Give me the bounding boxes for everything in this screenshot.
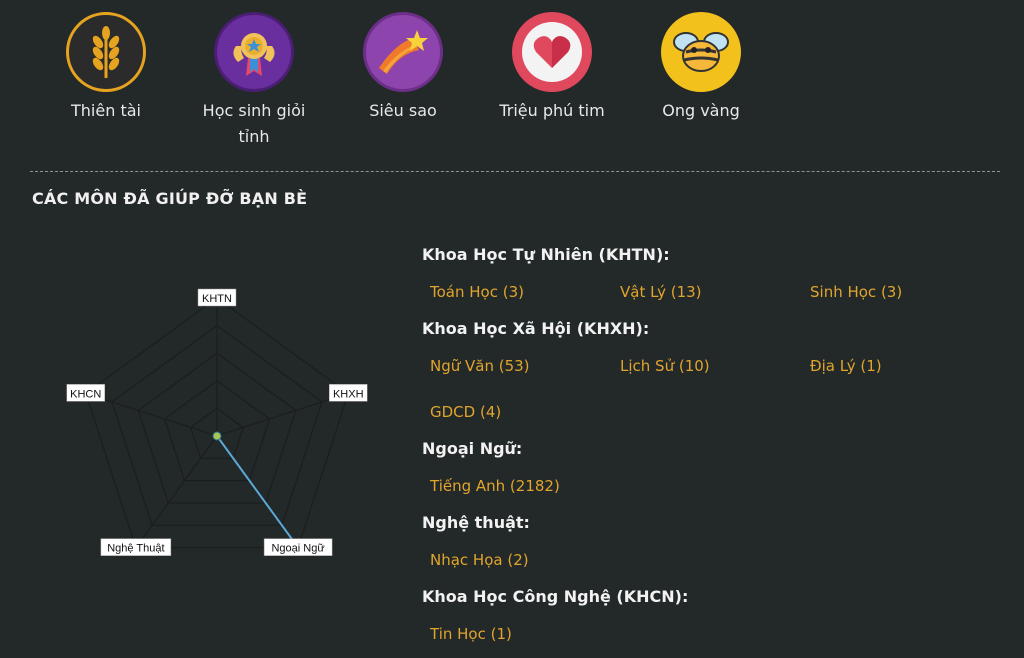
shooting-star-icon (363, 12, 443, 92)
subject-link[interactable]: Ngữ Văn (53) (430, 343, 620, 389)
radar-series-line (216, 435, 299, 549)
radar-axis-label: KHTN (197, 288, 237, 307)
badge-label: Thiên tài (71, 101, 141, 120)
category-title: Ngoại Ngữ: (422, 439, 523, 458)
badge-ong-vang[interactable]: Ong vàng (636, 12, 766, 124)
category-title: Khoa Học Tự Nhiên (KHTN): (422, 245, 670, 264)
radar-axis-label: Ngoại Ngữ (263, 538, 333, 556)
subject-link[interactable]: Lịch Sử (10) (620, 343, 810, 389)
section-title: CÁC MÔN ĐÃ GIÚP ĐỠ BẠN BÈ (32, 189, 308, 208)
category-ngoai-ngu: Ngoại Ngữ: Tiếng Anh (2182) (422, 435, 1012, 509)
radar-axis-label: KHCN (66, 384, 106, 402)
subject-link[interactable]: Tin Học (1) (430, 611, 620, 656)
radar-spoke (216, 392, 349, 437)
subject-list: Nhạc Họa (2) (422, 537, 1012, 583)
radar-chart: KHTN KHXH Ngoại Ngữ Nghệ Thuật KHCN (66, 288, 368, 556)
badge-sieu-sao[interactable]: Siêu sao (338, 12, 468, 124)
subject-categories: Khoa Học Tự Nhiên (KHTN): Toán Học (3) V… (422, 241, 1012, 656)
radar-point (212, 431, 222, 441)
radar-spoke (85, 392, 218, 437)
badge-label: Triệu phú tim (499, 101, 605, 120)
category-khcn: Khoa Học Công Nghệ (KHCN): Tin Học (1) (422, 583, 1012, 656)
subject-link[interactable]: Tiếng Anh (2182) (430, 463, 620, 509)
subject-link[interactable]: GDCD (4) (430, 389, 620, 435)
heart-icon (512, 12, 592, 92)
category-nghe-thuat: Nghệ thuật: Nhạc Họa (2) (422, 509, 1012, 583)
wheat-icon (66, 12, 146, 92)
radar-axis-label-text: KHXH (333, 388, 364, 400)
radar-axis-label: Nghệ Thuật (100, 538, 172, 556)
badge-trieu-phu-tim[interactable]: Triệu phú tim (487, 12, 617, 124)
badge-label: Học sinh giỏi tỉnh (202, 101, 306, 146)
radar-axis-label-text: KHCN (70, 388, 101, 400)
category-title: Nghệ thuật: (422, 513, 530, 532)
subject-link[interactable]: Toán Học (3) (430, 269, 620, 315)
radar-grid (85, 297, 349, 549)
medal-icon (214, 12, 294, 92)
radar-spoke (135, 435, 218, 548)
radar-axis-label: KHXH (328, 384, 368, 402)
radar-axis-label-text: Nghệ Thuật (107, 543, 164, 555)
category-title: Khoa Học Công Nghệ (KHCN): (422, 587, 689, 606)
badge-label: Siêu sao (369, 101, 437, 120)
radar-axis-label-text: Ngoại Ngữ (271, 543, 325, 555)
badge-label: Ong vàng (662, 101, 740, 120)
category-title: Khoa Học Xã Hội (KHXH): (422, 319, 650, 338)
badge-thien-tai[interactable]: Thiên tài (41, 12, 171, 124)
radar-series (212, 431, 303, 553)
subject-list: Tin Học (1) (422, 611, 1012, 656)
subject-link[interactable]: Địa Lý (1) (810, 343, 1000, 389)
subject-link[interactable]: Vật Lý (13) (620, 269, 810, 315)
subject-list: Toán Học (3) Vật Lý (13) Sinh Học (3) (422, 269, 1012, 315)
bee-icon (661, 12, 741, 92)
subject-link[interactable]: Nhạc Họa (2) (430, 537, 620, 583)
subject-list: Ngữ Văn (53) Lịch Sử (10) Địa Lý (1) GDC… (422, 343, 1012, 435)
category-khtn: Khoa Học Tự Nhiên (KHTN): Toán Học (3) V… (422, 241, 1012, 315)
subject-list: Tiếng Anh (2182) (422, 463, 1012, 509)
category-khxh: Khoa Học Xã Hội (KHXH): Ngữ Văn (53) Lịc… (422, 315, 1012, 435)
section-divider (30, 171, 1000, 172)
radar-axis-label-text: KHTN (202, 293, 232, 305)
subject-link[interactable]: Sinh Học (3) (810, 269, 1000, 315)
badge-hoc-sinh-gioi-tinh[interactable]: Học sinh giỏi tỉnh (189, 12, 319, 150)
